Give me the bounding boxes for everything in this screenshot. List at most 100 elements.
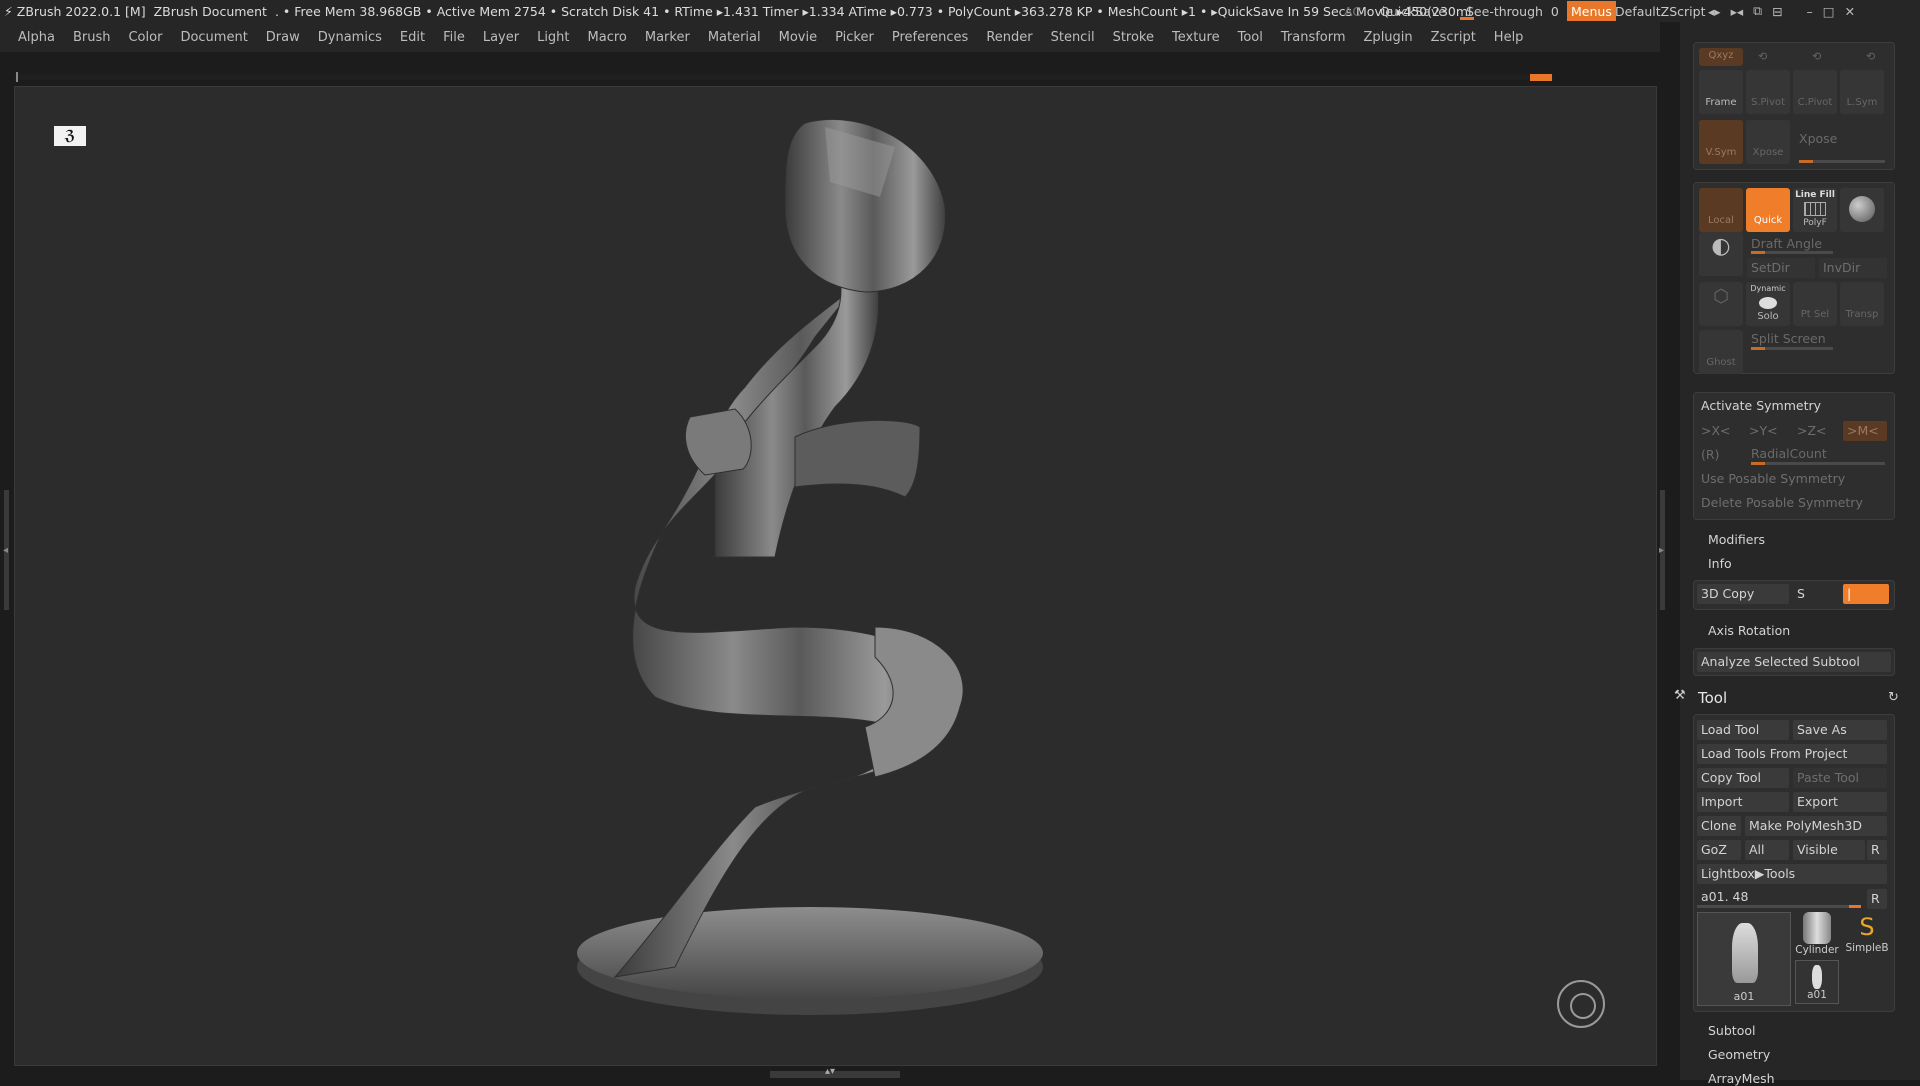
tool-thumb-simplebrush[interactable]: S SimpleB — [1843, 912, 1891, 956]
tool-thumb-a01-small[interactable]: a01 — [1795, 960, 1839, 1004]
menu-marker[interactable]: Marker — [636, 30, 699, 45]
menu-brush[interactable]: Brush — [64, 30, 120, 45]
menu-help[interactable]: Help — [1485, 30, 1533, 45]
menu-render[interactable]: Render — [977, 30, 1041, 45]
tool-palette-title[interactable]: Tool — [1698, 689, 1727, 707]
menu-color[interactable]: Color — [119, 30, 171, 45]
solo-button[interactable]: Dynamic Solo — [1746, 282, 1790, 326]
layout-arrows-icon[interactable]: ◂▸ — [1708, 4, 1721, 19]
subtool-section[interactable]: Subtool — [1708, 1023, 1755, 1038]
3d-copy-button[interactable]: 3D Copy — [1697, 584, 1789, 604]
layout-swap-icon[interactable]: ▸◂ — [1731, 4, 1744, 19]
left-tray-arrow-icon[interactable]: ◂ — [3, 545, 8, 556]
local-button[interactable]: Local — [1699, 188, 1743, 232]
menu-file[interactable]: File — [434, 30, 474, 45]
menu-transform[interactable]: Transform — [1272, 30, 1355, 45]
menu-light[interactable]: Light — [528, 30, 578, 45]
menu-zscript[interactable]: Zscript — [1422, 30, 1485, 45]
sym-z-button[interactable]: >Z< — [1793, 421, 1837, 441]
menu-layer[interactable]: Layer — [474, 30, 528, 45]
see-through-slider[interactable]: See-through 0 — [1466, 0, 1559, 22]
draft-angle-slider[interactable] — [1751, 251, 1833, 254]
goz-r-button[interactable]: R — [1867, 840, 1887, 860]
timeline-marker[interactable] — [1530, 74, 1552, 81]
modifiers-section[interactable]: Modifiers — [1708, 532, 1765, 547]
minimize-icon[interactable]: – — [1807, 4, 1813, 19]
x-rotate-icon[interactable]: ⟲ — [1866, 50, 1875, 63]
paste-tool-button[interactable]: Paste Tool — [1793, 768, 1887, 788]
menu-picker[interactable]: Picker — [826, 30, 883, 45]
xpose-button[interactable]: Xpose — [1746, 120, 1790, 164]
radial-count-slider[interactable] — [1751, 462, 1885, 465]
c-pivot-button[interactable]: C.Pivot — [1793, 70, 1837, 114]
l-sym-button[interactable]: L.Sym — [1840, 70, 1884, 114]
goz-visible-button[interactable]: Visible — [1793, 840, 1865, 860]
close-icon[interactable]: ✕ — [1845, 4, 1855, 19]
menu-macro[interactable]: Macro — [579, 30, 636, 45]
right-tray-arrow-icon[interactable]: ▸ — [1659, 545, 1664, 556]
menu-dynamics[interactable]: Dynamics — [309, 30, 391, 45]
load-tool-button[interactable]: Load Tool — [1697, 720, 1789, 740]
sym-m-button[interactable]: >M< — [1843, 421, 1887, 441]
menu-zplugin[interactable]: Zplugin — [1355, 30, 1422, 45]
setdir-button[interactable]: SetDir — [1747, 258, 1815, 278]
quicksave-button[interactable]: QuickSave — [1380, 0, 1446, 22]
tool-slider[interactable] — [1697, 905, 1861, 908]
default-zscript-button[interactable]: DefaultZScript — [1615, 0, 1706, 22]
save-as-button[interactable]: Save As — [1793, 720, 1887, 740]
frame-button[interactable]: Frame — [1699, 70, 1743, 114]
z-rotate-icon[interactable]: ⟲ — [1812, 50, 1821, 63]
info-section[interactable]: Info — [1708, 556, 1732, 571]
menu-material[interactable]: Material — [699, 30, 770, 45]
tile-icon[interactable]: ⧉ — [1753, 3, 1762, 19]
timeline-track[interactable] — [14, 74, 1554, 80]
activate-symmetry-button[interactable]: Activate Symmetry — [1697, 396, 1891, 416]
clone-button[interactable]: Clone — [1697, 816, 1741, 836]
pt-sel-button[interactable]: Pt Sel — [1793, 282, 1837, 326]
bottom-tray-arrow-icon[interactable]: ▴▾ — [825, 1066, 835, 1077]
copy-tool-button[interactable]: Copy Tool — [1697, 768, 1789, 788]
load-tools-from-project-button[interactable]: Load Tools From Project — [1697, 744, 1887, 764]
menu-document[interactable]: Document — [171, 30, 256, 45]
export-button[interactable]: Export — [1793, 792, 1887, 812]
menu-stencil[interactable]: Stencil — [1042, 30, 1104, 45]
copy-value-field[interactable]: | — [1843, 584, 1889, 604]
material-sphere-icon[interactable] — [1840, 188, 1884, 232]
menu-preferences[interactable]: Preferences — [883, 30, 977, 45]
refresh-icon[interactable]: ↻ — [1888, 690, 1899, 705]
menu-texture[interactable]: Texture — [1163, 30, 1229, 45]
invdir-button[interactable]: InvDir — [1819, 258, 1887, 278]
lightbox-tools-button[interactable]: Lightbox▶Tools — [1697, 864, 1887, 884]
canvas-viewport[interactable] — [14, 86, 1657, 1066]
tool-thumb-a01-large[interactable]: a01 — [1697, 912, 1791, 1006]
goz-button[interactable]: GoZ — [1697, 840, 1741, 860]
use-posable-symmetry-button[interactable]: Use Posable Symmetry — [1697, 469, 1891, 489]
gyro-widget-icon[interactable] — [1557, 980, 1605, 1028]
xpose-slider[interactable] — [1799, 160, 1885, 163]
sym-x-button[interactable]: >X< — [1697, 421, 1741, 441]
menu-alpha[interactable]: Alpha — [0, 30, 64, 45]
v-sym-button[interactable]: V.Sym — [1699, 120, 1743, 164]
tool-thumb-cylinder[interactable]: Cylinder — [1795, 912, 1839, 956]
s-pivot-button[interactable]: S.Pivot — [1746, 70, 1790, 114]
make-polymesh3d-button[interactable]: Make PolyMesh3D — [1745, 816, 1887, 836]
menu-tool[interactable]: Tool — [1229, 30, 1272, 45]
menu-movie[interactable]: Movie — [770, 30, 826, 45]
analyze-selected-subtool-button[interactable]: Analyze Selected Subtool — [1697, 652, 1891, 672]
transp-button[interactable]: Transp — [1840, 282, 1884, 326]
tool-r-button[interactable]: R — [1867, 889, 1887, 909]
cube-icon[interactable]: ⬡ — [1699, 282, 1743, 326]
import-button[interactable]: Import — [1697, 792, 1789, 812]
y-rotate-icon[interactable]: ⟲ — [1758, 50, 1767, 63]
axis-rotation-section[interactable]: Axis Rotation — [1708, 623, 1790, 638]
sculpt-model[interactable] — [15, 87, 1658, 1067]
window-split-icon[interactable]: ⊟ — [1772, 4, 1782, 19]
delete-posable-symmetry-button[interactable]: Delete Posable Symmetry — [1697, 493, 1891, 513]
polyf-button[interactable]: Line Fill PolyF — [1793, 188, 1837, 232]
sym-y-button[interactable]: >Y< — [1745, 421, 1789, 441]
menu-draw[interactable]: Draw — [257, 30, 309, 45]
contrast-icon[interactable]: ◐ — [1699, 232, 1743, 276]
radial-r-toggle[interactable]: (R) — [1701, 447, 1719, 462]
quick-render-button[interactable]: Quick — [1746, 188, 1790, 232]
navigation-toggle-icon[interactable]: ℨ — [54, 126, 86, 146]
